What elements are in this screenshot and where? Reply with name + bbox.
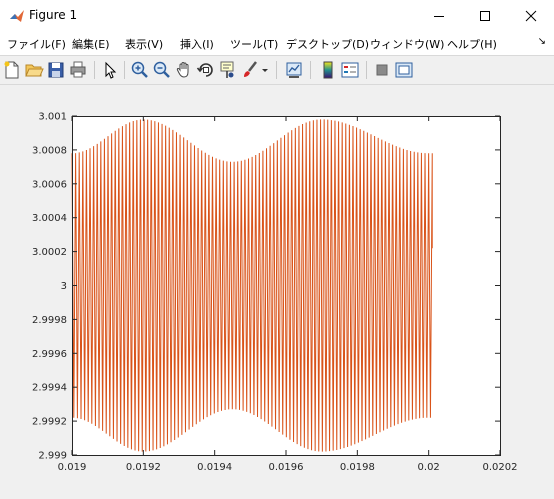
x-tick-label: 0.0202 [483, 462, 518, 473]
brush-icon[interactable] [240, 60, 260, 80]
x-tick-label: 0.0196 [269, 462, 304, 473]
toolbar-separator [310, 61, 311, 79]
menu-bar: ファイル(F) 編集(E) 表示(V) 挿入(I) ツール(T) デスクトップ(… [0, 31, 554, 55]
menu-tools[interactable]: ツール(T) [230, 36, 278, 52]
legend-icon[interactable] [340, 60, 360, 80]
menu-file[interactable]: ファイル(F) [7, 36, 66, 52]
menu-desktop[interactable]: デスクトップ(D) [286, 36, 369, 52]
pointer-icon[interactable] [100, 60, 120, 80]
close-button[interactable] [508, 0, 554, 31]
new-figure-icon[interactable] [2, 60, 22, 80]
window-title: Figure 1 [29, 8, 78, 22]
toolbar [0, 55, 554, 85]
menu-insert[interactable]: 挿入(I) [180, 36, 214, 52]
x-tick-label: 0.0192 [126, 462, 161, 473]
y-tick-label: 3.0006 [32, 179, 67, 190]
plot-area[interactable]: 0.019 0.0192 0.0194 0.0196 0.0198 0.02 0.0202 2… [0, 85, 554, 499]
matlab-logo-icon [10, 10, 24, 22]
brush-dropdown-icon[interactable] [260, 60, 270, 80]
toolbar-separator [124, 61, 125, 79]
zoom-out-icon[interactable] [152, 60, 172, 80]
minimize-icon [434, 15, 444, 17]
y-tick-label: 3.0002 [32, 247, 67, 258]
y-tick-label: 3.0008 [32, 145, 67, 156]
maximize-icon [480, 10, 490, 21]
zoom-in-icon[interactable] [130, 60, 150, 80]
menu-window[interactable]: ウィンドウ(W) [370, 36, 444, 52]
open-file-icon[interactable] [24, 60, 44, 80]
save-icon[interactable] [46, 60, 66, 80]
y-tick-label: 2.999 [38, 451, 67, 462]
toolbar-separator [366, 61, 367, 79]
y-tick-label: 2.9998 [32, 315, 67, 326]
minimize-button[interactable] [416, 0, 462, 31]
rotate-icon[interactable] [196, 60, 216, 80]
x-tick-label: 0.02 [418, 462, 440, 473]
y-tick-label: 2.9994 [32, 383, 67, 394]
y-tick-label: 3.001 [38, 112, 67, 123]
menu-edit[interactable]: 編集(E) [72, 36, 110, 52]
menu-help[interactable]: ヘルプ(H) [447, 36, 497, 52]
y-tick-label: 3 [61, 281, 67, 292]
colorbar-icon[interactable] [318, 60, 338, 80]
y-tick-label: 3.0004 [32, 213, 67, 224]
dock-arrow-icon[interactable]: ↘ [538, 36, 546, 47]
figure-canvas: 0.019 0.0192 0.0194 0.0196 0.0198 0.02 0.0202 2… [0, 85, 554, 499]
pan-icon[interactable] [174, 60, 194, 80]
close-icon [525, 10, 537, 21]
show-plot-tools-icon[interactable] [394, 60, 414, 80]
y-tick-label: 2.9996 [32, 349, 67, 360]
toolbar-separator [94, 61, 95, 79]
hide-plot-tools-icon[interactable] [372, 60, 392, 80]
toolbar-separator [276, 61, 277, 79]
y-tick-label: 2.9992 [32, 417, 67, 428]
x-tick-label: 0.0194 [197, 462, 232, 473]
x-tick-label: 0.0198 [340, 462, 375, 473]
maximize-button[interactable] [462, 0, 508, 31]
print-icon[interactable] [68, 60, 88, 80]
data-cursor-icon[interactable] [218, 60, 238, 80]
title-bar: Figure 1 [0, 0, 554, 31]
menu-view[interactable]: 表示(V) [125, 36, 163, 52]
link-plot-icon[interactable] [284, 60, 304, 80]
x-tick-label: 0.019 [58, 462, 87, 473]
